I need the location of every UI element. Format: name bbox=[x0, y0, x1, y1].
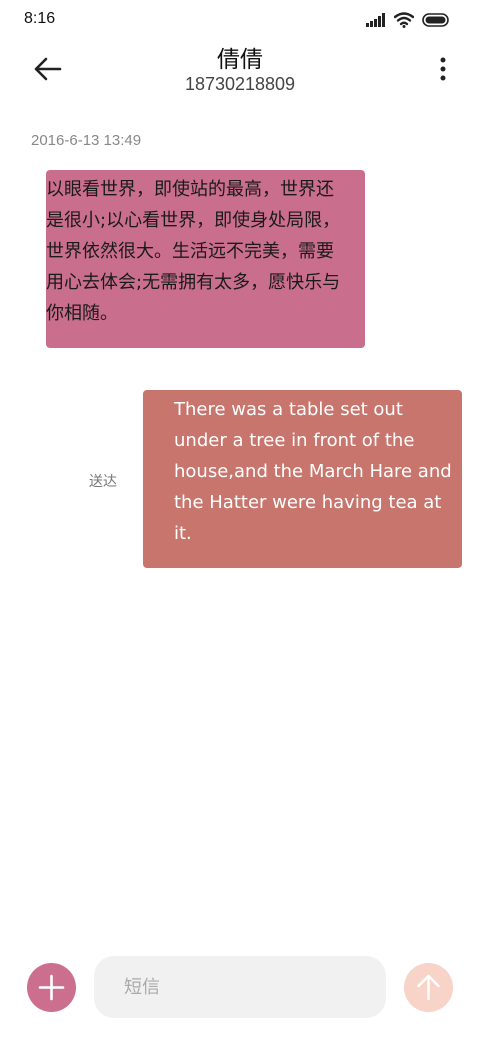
contact-name: 倩倩 bbox=[217, 47, 263, 73]
message-input-container[interactable] bbox=[94, 956, 386, 1018]
message-input[interactable] bbox=[122, 975, 358, 999]
delivery-status: 送达 bbox=[89, 474, 117, 490]
outgoing-message-bubble[interactable]: There was a table set out under a tree i… bbox=[143, 390, 462, 568]
status-time: 8:16 bbox=[24, 10, 56, 27]
wifi-icon bbox=[394, 12, 414, 28]
send-button[interactable] bbox=[404, 963, 453, 1012]
more-vertical-icon bbox=[440, 57, 446, 81]
conversation-header: 倩倩 18730218809 bbox=[0, 40, 480, 104]
message-timestamp: 2016-6-13 13:49 bbox=[31, 132, 142, 149]
arrow-up-icon bbox=[417, 974, 440, 1001]
contact-number: 18730218809 bbox=[184, 74, 296, 94]
status-bar: 8:16 bbox=[0, 0, 480, 40]
plus-icon bbox=[38, 974, 65, 1001]
status-icons bbox=[366, 12, 450, 28]
incoming-message-bubble[interactable]: 以眼看世界，即使站的最高，世界还是很小;以心看世界，即使身处局限，世界依然很大。… bbox=[46, 170, 365, 348]
add-attachment-button[interactable] bbox=[27, 963, 76, 1012]
incoming-message-text: 以眼看世界，即使站的最高，世界还是很小;以心看世界，即使身处局限，世界依然很大。… bbox=[46, 179, 341, 324]
signal-icon bbox=[366, 13, 385, 27]
outgoing-message-text: There was a table set out under a tree i… bbox=[174, 399, 452, 544]
battery-icon bbox=[422, 13, 449, 27]
more-options-button[interactable] bbox=[438, 56, 448, 82]
